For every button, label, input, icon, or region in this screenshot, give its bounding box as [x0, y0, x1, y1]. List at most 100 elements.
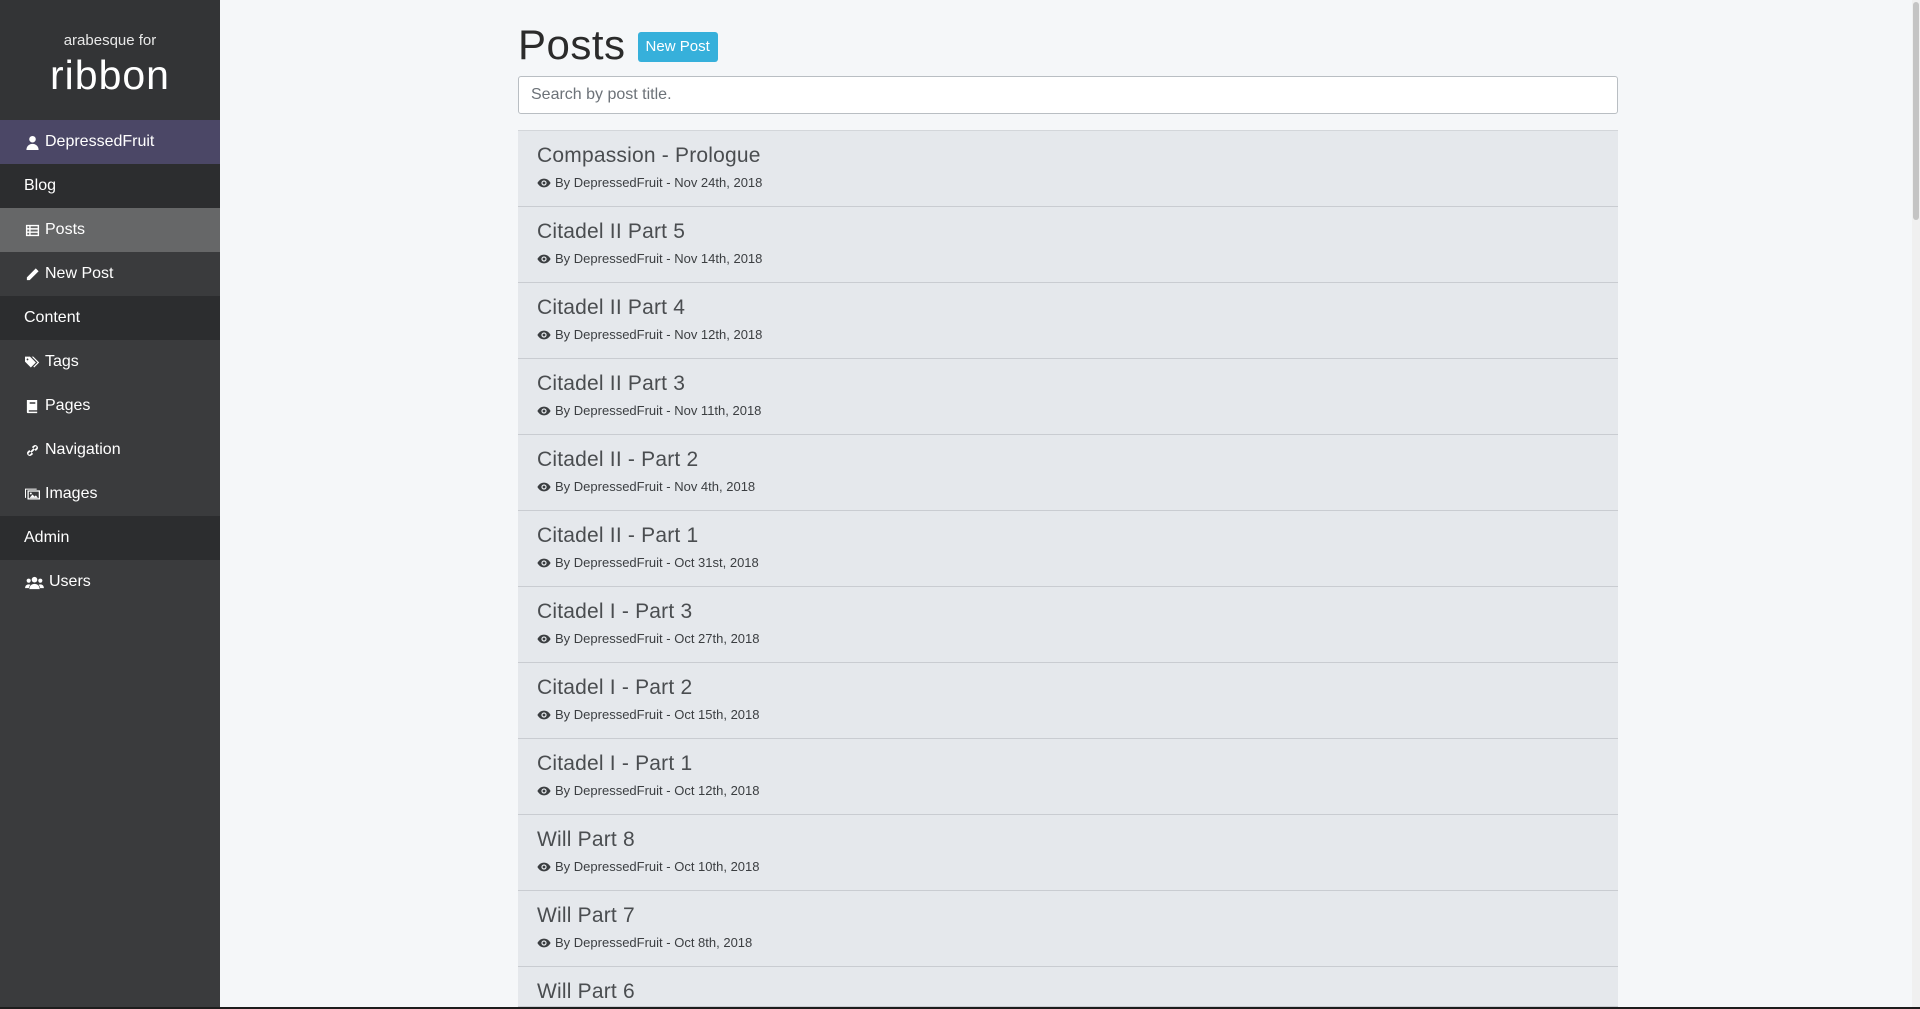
main-content: Posts New Post Compassion - Prologue By D…: [518, 0, 1618, 1007]
post-meta: By DepressedFruit - Oct 12th, 2018: [537, 783, 1599, 798]
user-icon: [24, 134, 40, 150]
post-list-item[interactable]: Citadel I - Part 1 By DepressedFruit - Oc…: [518, 739, 1618, 815]
sidebar-item-label: Users: [49, 573, 91, 590]
sidebar-section-label: Admin: [24, 529, 70, 546]
page-title: Posts: [518, 21, 626, 68]
post-meta: By DepressedFruit - Nov 12th, 2018: [537, 327, 1599, 342]
sidebar-item-users[interactable]: Users: [0, 560, 220, 604]
app: arabesque for ribbon DepressedFruit Blog…: [0, 0, 1920, 1009]
post-title[interactable]: Will Part 8: [537, 827, 1599, 853]
post-meta-text: By DepressedFruit - Nov 12th, 2018: [555, 327, 763, 342]
brand: arabesque for ribbon: [0, 0, 220, 120]
post-title[interactable]: Citadel I - Part 3: [537, 599, 1599, 625]
eye-icon: [537, 556, 551, 570]
post-meta-text: By DepressedFruit - Oct 31st, 2018: [555, 555, 759, 570]
post-list-item[interactable]: Citadel II - Part 2 By DepressedFruit - N…: [518, 435, 1618, 511]
eye-icon: [537, 632, 551, 646]
post-title[interactable]: Citadel II - Part 1: [537, 523, 1599, 549]
page-header: Posts New Post: [518, 0, 1618, 88]
post-meta-text: By DepressedFruit - Nov 24th, 2018: [555, 175, 763, 190]
eye-icon: [537, 936, 551, 950]
book-icon: [24, 398, 40, 414]
eye-icon: [537, 404, 551, 418]
post-meta-text: By DepressedFruit - Nov 11th, 2018: [555, 403, 762, 418]
post-list: Compassion - Prologue By DepressedFruit -…: [518, 130, 1618, 1007]
sidebar-section-admin: Admin: [0, 516, 220, 560]
new-post-button[interactable]: New Post: [637, 32, 718, 62]
post-list-item[interactable]: Compassion - Prologue By DepressedFruit -…: [518, 131, 1618, 207]
post-list-item[interactable]: Citadel II Part 5 By DepressedFruit - Nov…: [518, 207, 1618, 283]
sidebar-item-posts[interactable]: Posts: [0, 208, 220, 252]
post-title[interactable]: Citadel II Part 3: [537, 371, 1599, 397]
sidebar-item-pages[interactable]: Pages: [0, 384, 220, 428]
tags-icon: [24, 354, 40, 370]
post-meta-text: By DepressedFruit - Oct 27th, 2018: [555, 631, 760, 646]
post-meta: By DepressedFruit - Nov 24th, 2018: [537, 175, 1599, 190]
pencil-icon: [24, 266, 40, 282]
post-meta-text: By DepressedFruit - Nov 14th, 2018: [555, 251, 763, 266]
post-list-item[interactable]: Will Part 7 By DepressedFruit - Oct 8th, …: [518, 891, 1618, 967]
post-meta: By DepressedFruit - Nov 14th, 2018: [537, 251, 1599, 266]
eye-icon: [537, 480, 551, 494]
post-title[interactable]: Compassion - Prologue: [537, 143, 1599, 169]
post-title[interactable]: Citadel II Part 4: [537, 295, 1599, 321]
post-list-item[interactable]: Will Part 6: [518, 967, 1618, 1007]
post-title[interactable]: Citadel I - Part 1: [537, 751, 1599, 777]
search-input[interactable]: [518, 76, 1618, 114]
sidebar-item-label: Pages: [45, 397, 91, 414]
post-list-item[interactable]: Citadel I - Part 3 By DepressedFruit - Oc…: [518, 587, 1618, 663]
sidebar-section-content: Content: [0, 296, 220, 340]
eye-icon: [537, 708, 551, 722]
sidebar-item-new-post[interactable]: New Post: [0, 252, 220, 296]
post-meta: By DepressedFruit - Nov 11th, 2018: [537, 403, 1599, 418]
post-meta-text: By DepressedFruit - Oct 10th, 2018: [555, 859, 760, 874]
eye-icon: [537, 328, 551, 342]
sidebar-section-label: Content: [24, 309, 81, 326]
post-title[interactable]: Citadel I - Part 2: [537, 675, 1599, 701]
images-icon: [24, 486, 40, 502]
post-list-item[interactable]: Citadel II Part 4 By DepressedFruit - Nov…: [518, 283, 1618, 359]
post-meta-text: By DepressedFruit - Oct 12th, 2018: [555, 783, 760, 798]
sidebar-item-label: Tags: [45, 353, 79, 370]
sidebar-user-label: DepressedFruit: [45, 133, 155, 150]
post-meta-text: By DepressedFruit - Oct 15th, 2018: [555, 707, 760, 722]
eye-icon: [537, 784, 551, 798]
post-meta-text: By DepressedFruit - Nov 4th, 2018: [555, 479, 756, 494]
sidebar-item-images[interactable]: Images: [0, 472, 220, 516]
sidebar-section-label: Blog: [24, 177, 57, 194]
post-title[interactable]: Citadel II Part 5: [537, 219, 1599, 245]
sidebar: arabesque for ribbon DepressedFruit Blog…: [0, 0, 220, 1009]
users-icon: [24, 574, 44, 590]
table-list-icon: [24, 222, 40, 238]
post-title[interactable]: Will Part 6: [537, 979, 1599, 1005]
post-meta: By DepressedFruit - Oct 8th, 2018: [537, 935, 1599, 950]
sidebar-item-tags[interactable]: Tags: [0, 340, 220, 384]
post-meta: By DepressedFruit - Oct 10th, 2018: [537, 859, 1599, 874]
post-meta: By DepressedFruit - Oct 27th, 2018: [537, 631, 1599, 646]
post-list-item[interactable]: Citadel I - Part 2 By DepressedFruit - Oc…: [518, 663, 1618, 739]
sidebar-user[interactable]: DepressedFruit: [0, 120, 220, 164]
post-title[interactable]: Will Part 7: [537, 903, 1599, 929]
sidebar-item-label: Navigation: [45, 441, 121, 458]
eye-icon: [537, 860, 551, 874]
post-list-item[interactable]: Citadel II - Part 1 By DepressedFruit - O…: [518, 511, 1618, 587]
post-meta-text: By DepressedFruit - Oct 8th, 2018: [555, 935, 753, 950]
eye-icon: [537, 252, 551, 266]
brand-subtitle: arabesque for: [63, 32, 157, 49]
scrollbar[interactable]: [1912, 0, 1920, 1009]
sidebar-item-label: Images: [45, 485, 98, 502]
post-meta: By DepressedFruit - Oct 15th, 2018: [537, 707, 1599, 722]
sidebar-item-label: Posts: [45, 221, 86, 238]
post-list-item[interactable]: Citadel II Part 3 By DepressedFruit - Nov…: [518, 359, 1618, 435]
link-icon: [24, 442, 40, 458]
scrollbar-thumb[interactable]: [1913, 2, 1919, 220]
post-meta: By DepressedFruit - Oct 31st, 2018: [537, 555, 1599, 570]
post-meta: By DepressedFruit - Nov 4th, 2018: [537, 479, 1599, 494]
post-title[interactable]: Citadel II - Part 2: [537, 447, 1599, 473]
sidebar-item-navigation[interactable]: Navigation: [0, 428, 220, 472]
sidebar-section-blog: Blog: [0, 164, 220, 208]
sidebar-item-label: New Post: [45, 265, 114, 282]
brand-name: ribbon: [50, 52, 170, 98]
post-list-item[interactable]: Will Part 8 By DepressedFruit - Oct 10th,…: [518, 815, 1618, 891]
eye-icon: [537, 176, 551, 190]
